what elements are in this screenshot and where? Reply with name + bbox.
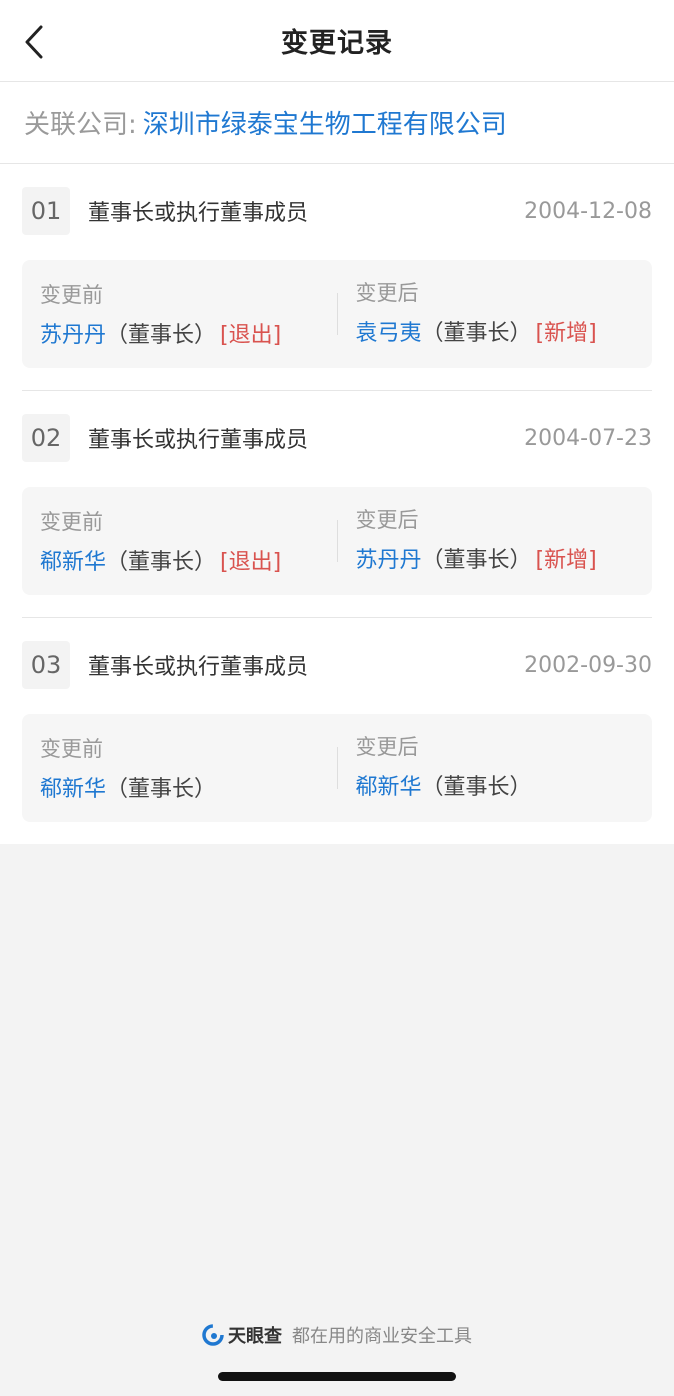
- new-tag: [新增]: [535, 321, 597, 346]
- before-label: 变更前: [40, 737, 103, 761]
- before-person-link[interactable]: 郗新华: [40, 777, 106, 802]
- brand: 天眼查: [202, 1322, 282, 1348]
- before-role: （董事长）: [106, 777, 217, 802]
- footer: 天眼查 都在用的商业安全工具: [0, 1322, 674, 1348]
- before-person-link[interactable]: 郗新华: [40, 550, 106, 575]
- before-column: 变更前 苏丹丹（董事长） [退出]: [22, 260, 337, 368]
- before-label: 变更前: [40, 510, 103, 534]
- company-bar: 关联公司: 深圳市绿泰宝生物工程有限公司: [0, 82, 674, 164]
- record-detail: 变更前 苏丹丹（董事长） [退出] 变更后 袁弓夷（董事长） [新增]: [22, 260, 652, 368]
- record-item: 01 董事长或执行董事成员 2004-12-08 变更前 苏丹丹（董事长） [退出…: [22, 164, 652, 391]
- back-button[interactable]: [16, 22, 52, 62]
- record-item: 02 董事长或执行董事成员 2004-07-23 变更前 郗新华（董事长） [退出…: [22, 391, 652, 618]
- chevron-left-icon: [25, 25, 43, 59]
- record-type: 董事长或执行董事成员: [88, 428, 309, 453]
- before-column: 变更前 郗新华（董事长）: [22, 714, 337, 822]
- brand-name: 天眼查: [228, 1326, 282, 1347]
- record-date: 2004-07-23: [524, 425, 652, 451]
- exit-tag: [退出]: [220, 550, 282, 575]
- record-index: 01: [22, 187, 70, 235]
- before-role: （董事长）: [106, 550, 217, 575]
- after-role: （董事长）: [421, 548, 532, 573]
- after-person-link[interactable]: 袁弓夷: [356, 321, 422, 346]
- company-label: 关联公司:: [24, 110, 137, 140]
- before-person-link[interactable]: 苏丹丹: [40, 323, 106, 348]
- before-label: 变更前: [40, 283, 103, 307]
- record-date: 2002-09-30: [524, 652, 652, 678]
- record-detail: 变更前 郗新华（董事长） 变更后 郗新华（董事长）: [22, 714, 652, 822]
- record-type: 董事长或执行董事成员: [88, 201, 309, 226]
- slogan: 都在用的商业安全工具: [292, 1326, 472, 1347]
- record-type: 董事长或执行董事成员: [88, 655, 309, 680]
- after-label: 变更后: [355, 508, 419, 532]
- record-index: 03: [22, 641, 70, 689]
- before-column: 变更前 郗新华（董事长） [退出]: [22, 487, 337, 595]
- before-role: （董事长）: [106, 323, 217, 348]
- after-role: （董事长）: [421, 321, 532, 346]
- record-index: 02: [22, 414, 70, 462]
- after-person-link[interactable]: 苏丹丹: [356, 548, 422, 573]
- record-date: 2004-12-08: [524, 198, 652, 224]
- nav-bar: 变更记录: [0, 0, 674, 82]
- after-person-link[interactable]: 郗新华: [356, 775, 422, 800]
- home-indicator: [218, 1372, 456, 1381]
- after-column: 变更后 郗新华（董事长）: [336, 735, 653, 800]
- after-role: （董事长）: [421, 775, 532, 800]
- tianyancha-logo-icon: [202, 1324, 224, 1346]
- after-column: 变更后 袁弓夷（董事长） [新增]: [336, 281, 653, 346]
- record-item: 03 董事长或执行董事成员 2002-09-30 变更前 郗新华（董事长） 变更…: [22, 618, 652, 844]
- change-record-list: 01 董事长或执行董事成员 2004-12-08 变更前 苏丹丹（董事长） [退出…: [0, 164, 674, 844]
- record-detail: 变更前 郗新华（董事长） [退出] 变更后 苏丹丹（董事长） [新增]: [22, 487, 652, 595]
- new-tag: [新增]: [535, 548, 597, 573]
- company-name-link[interactable]: 深圳市绿泰宝生物工程有限公司: [143, 104, 507, 141]
- after-label: 变更后: [355, 281, 419, 305]
- exit-tag: [退出]: [220, 323, 282, 348]
- after-label: 变更后: [355, 735, 419, 759]
- after-column: 变更后 苏丹丹（董事长） [新增]: [336, 508, 653, 573]
- page-title: 变更记录: [281, 28, 393, 59]
